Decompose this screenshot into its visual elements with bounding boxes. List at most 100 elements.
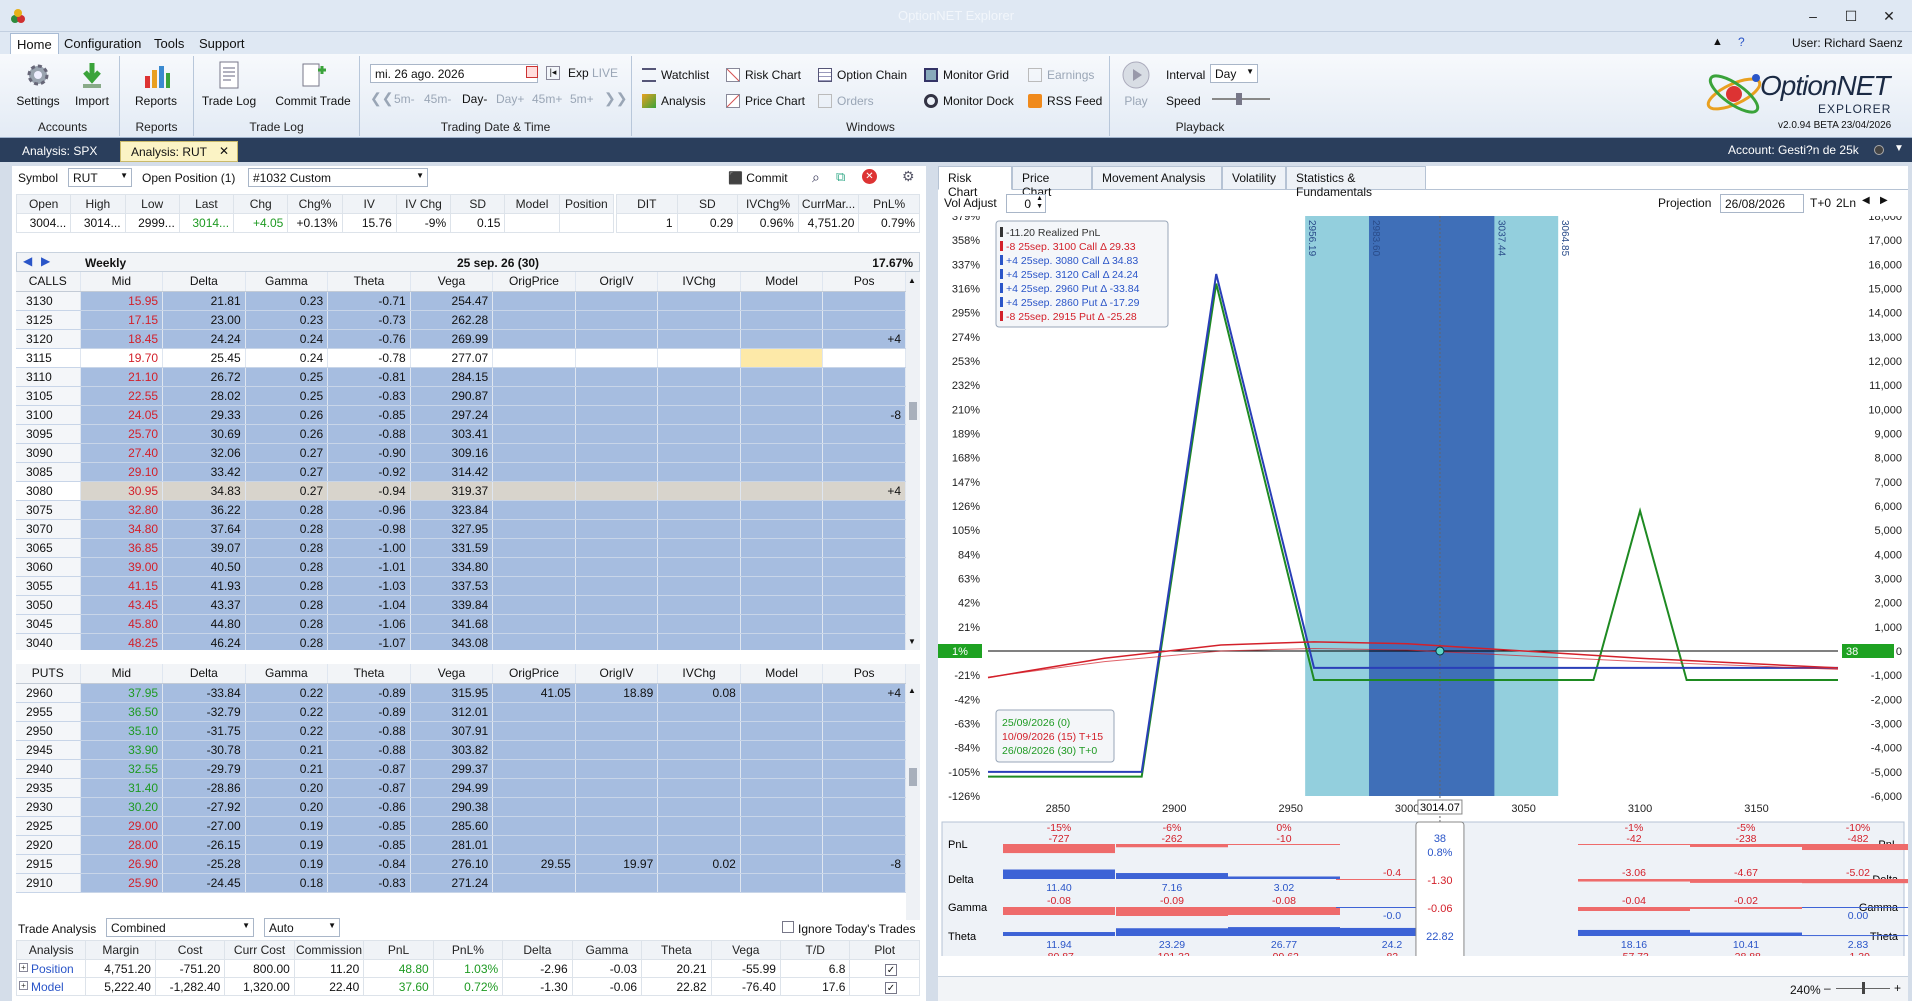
grid-cell[interactable] — [575, 557, 659, 577]
grid-cell[interactable]: 40.50 — [162, 557, 246, 577]
grid-cell[interactable]: -0.90 — [327, 443, 411, 463]
strike-cell[interactable]: 2915 — [16, 854, 81, 874]
grid-cell[interactable] — [575, 576, 659, 596]
grid-cell[interactable]: +4 — [822, 481, 906, 501]
grid-cell[interactable] — [657, 443, 741, 463]
grid-cell[interactable]: 271.24 — [410, 873, 494, 893]
grid-cell[interactable] — [740, 310, 824, 330]
grid-cell[interactable] — [822, 462, 906, 482]
table-row[interactable]: 2925 29.00 -27.00 0.19 -0.85 285.60 — [16, 816, 906, 836]
grid-cell[interactable]: 0.21 — [245, 759, 329, 779]
grid-cell[interactable] — [740, 462, 824, 482]
grid-cell[interactable] — [492, 576, 576, 596]
grid-cell[interactable]: 36.50 — [80, 702, 164, 722]
grid-cell[interactable] — [657, 481, 741, 501]
grid-cell[interactable] — [575, 386, 659, 406]
grid-cell[interactable] — [575, 462, 659, 482]
grid-cell[interactable]: 33.42 — [162, 462, 246, 482]
grid-cell[interactable] — [740, 740, 824, 760]
grid-cell[interactable] — [657, 614, 741, 634]
grid-cell[interactable]: 39.00 — [80, 557, 164, 577]
menu-home[interactable]: Home — [10, 33, 59, 55]
grid-cell[interactable]: 39.07 — [162, 538, 246, 558]
grid-cell[interactable] — [822, 538, 906, 558]
column-header[interactable]: Vega — [410, 272, 494, 292]
grid-cell[interactable]: -27.92 — [162, 797, 246, 817]
grid-cell[interactable] — [575, 329, 659, 349]
search-icon[interactable]: ⌕ — [812, 169, 820, 186]
grid-cell[interactable] — [575, 633, 659, 650]
grid-cell[interactable]: 0.27 — [245, 462, 329, 482]
analysis-button[interactable]: Analysis — [642, 94, 706, 108]
grid-cell[interactable] — [740, 500, 824, 520]
analysis-name[interactable]: Model + — [15, 977, 87, 996]
grid-cell[interactable]: 0.26 — [245, 424, 329, 444]
grid-cell[interactable] — [657, 633, 741, 650]
grid-cell[interactable]: 0.18 — [245, 873, 329, 893]
grid-cell[interactable] — [657, 778, 741, 798]
strike-cell[interactable]: 2920 — [16, 835, 81, 855]
strike-cell[interactable]: 2930 — [16, 797, 81, 817]
grid-cell[interactable] — [822, 633, 906, 650]
open-position-select[interactable]: #1032 Custom ▼ — [248, 168, 428, 187]
grid-cell[interactable]: 290.87 — [410, 386, 494, 406]
grid-cell[interactable]: 290.38 — [410, 797, 494, 817]
column-header[interactable]: Gamma — [245, 664, 329, 684]
grid-cell[interactable]: 30.95 — [80, 481, 164, 501]
grid-cell[interactable] — [740, 595, 824, 615]
column-header[interactable]: IVChg — [657, 272, 741, 292]
grid-cell[interactable]: 0.28 — [245, 576, 329, 596]
grid-cell[interactable]: 25.45 — [162, 348, 246, 368]
minimize-button[interactable]: – — [1800, 6, 1826, 26]
grid-cell[interactable]: -25.28 — [162, 854, 246, 874]
column-header[interactable]: Pos — [822, 664, 906, 684]
column-header[interactable]: Delta — [162, 272, 246, 292]
table-row[interactable]: 3085 29.10 33.42 0.27 -0.92 314.42 — [16, 462, 906, 482]
table-row[interactable]: 3090 27.40 32.06 0.27 -0.90 309.16 — [16, 443, 906, 463]
grid-cell[interactable]: 284.15 — [410, 367, 494, 387]
puts-scrollbar[interactable]: ▲ — [906, 664, 920, 920]
grid-cell[interactable] — [575, 595, 659, 615]
column-header[interactable]: Delta — [162, 664, 246, 684]
grid-cell[interactable] — [492, 835, 576, 855]
grid-cell[interactable]: -0.73 — [327, 310, 411, 330]
expand-icon[interactable]: + — [19, 963, 28, 972]
grid-cell[interactable] — [575, 367, 659, 387]
projection-next-icon[interactable]: ▶ — [1880, 195, 1888, 206]
strike-cell[interactable]: 2945 — [16, 740, 81, 760]
table-row[interactable]: 2945 33.90 -30.78 0.21 -0.88 303.82 — [16, 740, 906, 760]
calls-scrollbar[interactable]: ▲ ▼ — [906, 272, 920, 650]
grid-cell[interactable]: -0.85 — [327, 835, 411, 855]
settings-button[interactable]: Settings — [10, 60, 66, 108]
step-day-back[interactable]: Day- — [462, 92, 487, 106]
grid-cell[interactable]: -31.75 — [162, 721, 246, 741]
grid-cell[interactable]: 339.84 — [410, 595, 494, 615]
grid-cell[interactable] — [657, 873, 741, 893]
grid-cell[interactable]: 0.28 — [245, 500, 329, 520]
grid-cell[interactable]: -0.76 — [327, 329, 411, 349]
grid-cell[interactable] — [740, 519, 824, 539]
grid-cell[interactable] — [657, 576, 741, 596]
grid-cell[interactable]: +4 — [822, 683, 906, 703]
grid-cell[interactable] — [575, 538, 659, 558]
grid-cell[interactable]: -24.45 — [162, 873, 246, 893]
live-label[interactable]: LIVE — [592, 66, 618, 80]
table-row[interactable]: 3050 43.45 43.37 0.28 -1.04 339.84 — [16, 595, 906, 615]
grid-cell[interactable] — [575, 778, 659, 798]
grid-cell[interactable] — [492, 740, 576, 760]
column-header[interactable]: Theta — [327, 664, 411, 684]
grid-cell[interactable]: 0.28 — [245, 595, 329, 615]
menu-support[interactable]: Support — [193, 35, 251, 52]
table-row[interactable]: 3125 17.15 23.00 0.23 -0.73 262.28 — [16, 310, 906, 330]
grid-cell[interactable] — [657, 721, 741, 741]
grid-cell[interactable] — [822, 386, 906, 406]
grid-cell[interactable]: 36.22 — [162, 500, 246, 520]
table-row[interactable]: 3060 39.00 40.50 0.28 -1.01 334.80 — [16, 557, 906, 577]
grid-cell[interactable]: 307.91 — [410, 721, 494, 741]
reports-button[interactable]: Reports — [128, 60, 184, 108]
grid-cell[interactable]: -27.00 — [162, 816, 246, 836]
grid-cell[interactable] — [492, 557, 576, 577]
grid-cell[interactable] — [492, 329, 576, 349]
grid-cell[interactable]: 37.95 — [80, 683, 164, 703]
strike-cell[interactable]: 3060 — [16, 557, 81, 577]
